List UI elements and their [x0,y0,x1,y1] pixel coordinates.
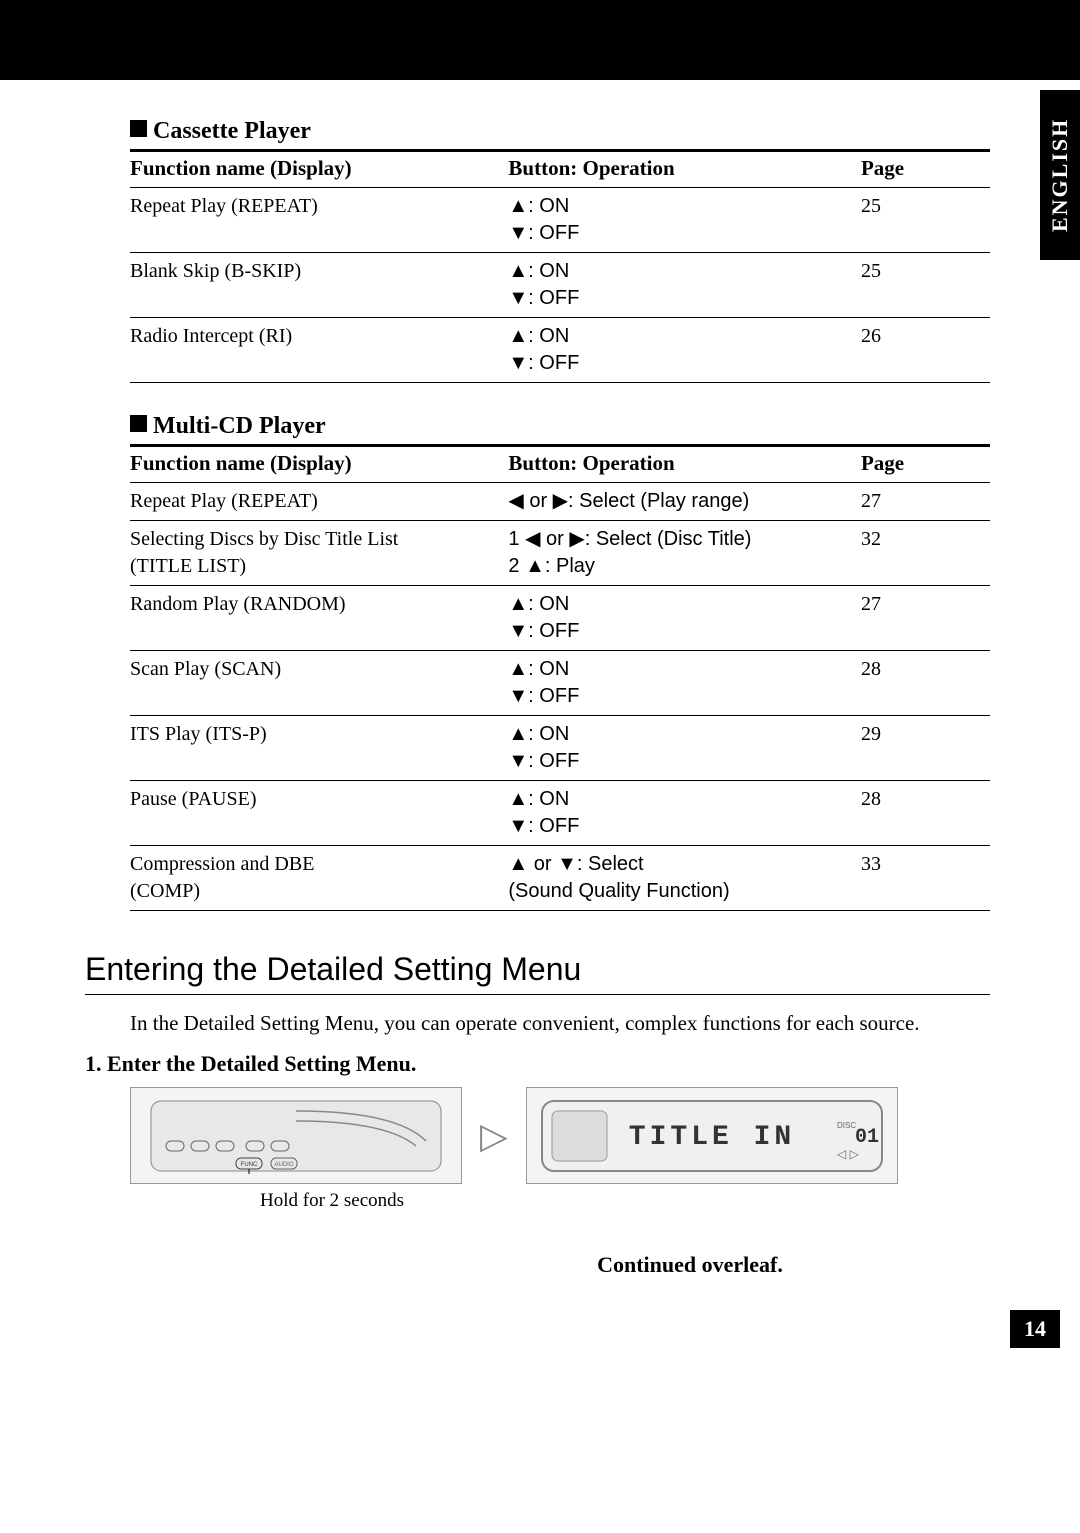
cell-operation: ▲: ON▼: OFF [508,716,861,781]
cassette-table: Function name (Display) Button: Operatio… [130,149,990,383]
col-header-page: Page [861,151,990,188]
cell-page: 32 [861,521,990,586]
svg-text:AUDIO: AUDIO [274,1162,293,1168]
device-illustration: FUNC AUDIO [130,1087,462,1184]
cell-operation: 1 ◀ or ▶: Select (Disc Title)2 ▲: Play [508,521,861,586]
multicd-table: Function name (Display) Button: Operatio… [130,444,990,911]
square-bullet-icon [130,120,147,137]
cell-operation: ▲: ON▼: OFF [508,188,861,253]
table-row: Repeat Play (REPEAT) ▲: ON▼: OFF 25 [130,188,990,253]
cell-function: Random Play (RANDOM) [130,586,508,651]
step-title-text: Enter the Detailed Setting Menu. [107,1051,416,1076]
page-number: 14 [1010,1310,1060,1348]
cell-operation: ◀ or ▶: Select (Play range) [508,483,861,521]
section-title-text: Cassette Player [153,118,311,144]
cell-page: 27 [861,483,990,521]
cell-page: 29 [861,716,990,781]
col-header-operation: Button: Operation [508,446,861,483]
cell-operation: ▲: ON▼: OFF [508,651,861,716]
cell-page: 27 [861,586,990,651]
col-header-function: Function name (Display) [130,151,508,188]
body-paragraph: In the Detailed Setting Menu, you can op… [130,1009,990,1037]
cell-operation: ▲ or ▼: Select(Sound Quality Function) [508,846,861,911]
svg-text:DISC: DISC [837,1121,856,1130]
table-row: Random Play (RANDOM) ▲: ON▼: OFF 27 [130,586,990,651]
cell-operation: ▲: ON▼: OFF [508,781,861,846]
cell-page: 28 [861,651,990,716]
svg-text:◁ ▷: ◁ ▷ [837,1147,860,1161]
cell-function: Scan Play (SCAN) [130,651,508,716]
table-row: Pause (PAUSE) ▲: ON▼: OFF 28 [130,781,990,846]
illustration-row: FUNC AUDIO ▷ TITLE IN DISC 01 ◁ ▷ [130,1087,990,1184]
table-row: Scan Play (SCAN) ▲: ON▼: OFF 28 [130,651,990,716]
illustration-caption: Hold for 2 seconds [260,1190,990,1212]
cell-function: ITS Play (ITS-P) [130,716,508,781]
cell-function: Blank Skip (B-SKIP) [130,253,508,318]
section-title-text: Multi-CD Player [153,413,326,439]
page-content: Cassette Player Function name (Display) … [0,80,1080,1338]
step-number: 1. [85,1051,102,1076]
square-bullet-icon [130,415,147,432]
cell-operation: ▲: ON▼: OFF [508,253,861,318]
cell-operation: ▲: ON▼: OFF [508,586,861,651]
cell-function: Radio Intercept (RI) [130,318,508,383]
cell-page: 33 [861,846,990,911]
heading-entering-detailed: Entering the Detailed Setting Menu [85,951,990,995]
cell-page: 26 [861,318,990,383]
col-header-function: Function name (Display) [130,446,508,483]
cell-function: Pause (PAUSE) [130,781,508,846]
table-row: Compression and DBE(COMP) ▲ or ▼: Select… [130,846,990,911]
step-1-title: 1. Enter the Detailed Setting Menu. [85,1051,990,1077]
cell-function: Repeat Play (REPEAT) [130,188,508,253]
cell-function: Compression and DBE(COMP) [130,846,508,911]
table-row: Repeat Play (REPEAT) ◀ or ▶: Select (Pla… [130,483,990,521]
cell-page: 28 [861,781,990,846]
table-row: ITS Play (ITS-P) ▲: ON▼: OFF 29 [130,716,990,781]
table-row: Blank Skip (B-SKIP) ▲: ON▼: OFF 25 [130,253,990,318]
section-title-cassette: Cassette Player [130,118,990,145]
header-black-bar [0,0,1080,80]
cell-page: 25 [861,188,990,253]
svg-text:FUNC: FUNC [241,1162,258,1168]
lcd-display-illustration: TITLE IN DISC 01 ◁ ▷ [526,1087,898,1184]
col-header-page: Page [861,446,990,483]
section-title-multicd: Multi-CD Player [130,413,990,440]
svg-text:01: 01 [855,1126,879,1149]
col-header-operation: Button: Operation [508,151,861,188]
cell-function: Selecting Discs by Disc Title List(TITLE… [130,521,508,586]
table-row: Radio Intercept (RI) ▲: ON▼: OFF 26 [130,318,990,383]
cell-page: 25 [861,253,990,318]
table-row: Selecting Discs by Disc Title List(TITLE… [130,521,990,586]
continued-overleaf: Continued overleaf. [390,1252,990,1278]
svg-text:TITLE IN: TITLE IN [628,1122,794,1153]
cell-operation: ▲: ON▼: OFF [508,318,861,383]
arrow-right-icon: ▷ [480,1115,508,1157]
cell-function: Repeat Play (REPEAT) [130,483,508,521]
